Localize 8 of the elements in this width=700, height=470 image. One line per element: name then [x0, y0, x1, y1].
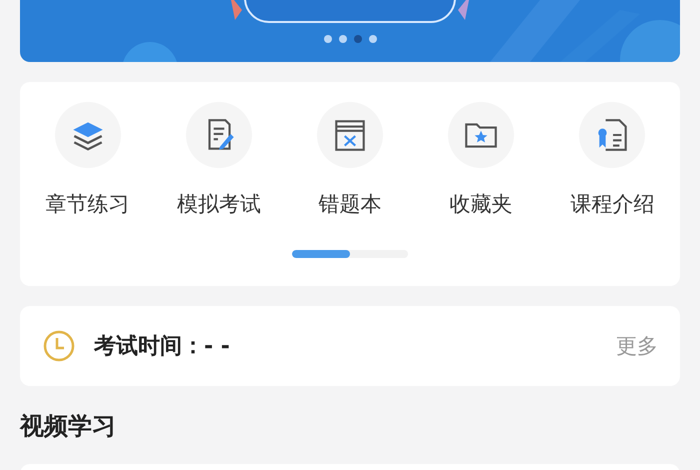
shortcut-label[interactable]: 收藏夹 — [450, 190, 513, 218]
shortcut-label[interactable]: 模拟考试 — [176, 190, 261, 218]
section-title: 视频学习 — [20, 411, 117, 442]
shortcut-label[interactable]: 课程介绍 — [570, 190, 654, 218]
exam-time-text: 考试时间：- - — [94, 333, 230, 361]
shortcut-label[interactable]: 错题本 — [318, 190, 382, 218]
clock-icon — [42, 329, 76, 363]
shortcut-label[interactable]: 章节练习 — [46, 190, 130, 218]
